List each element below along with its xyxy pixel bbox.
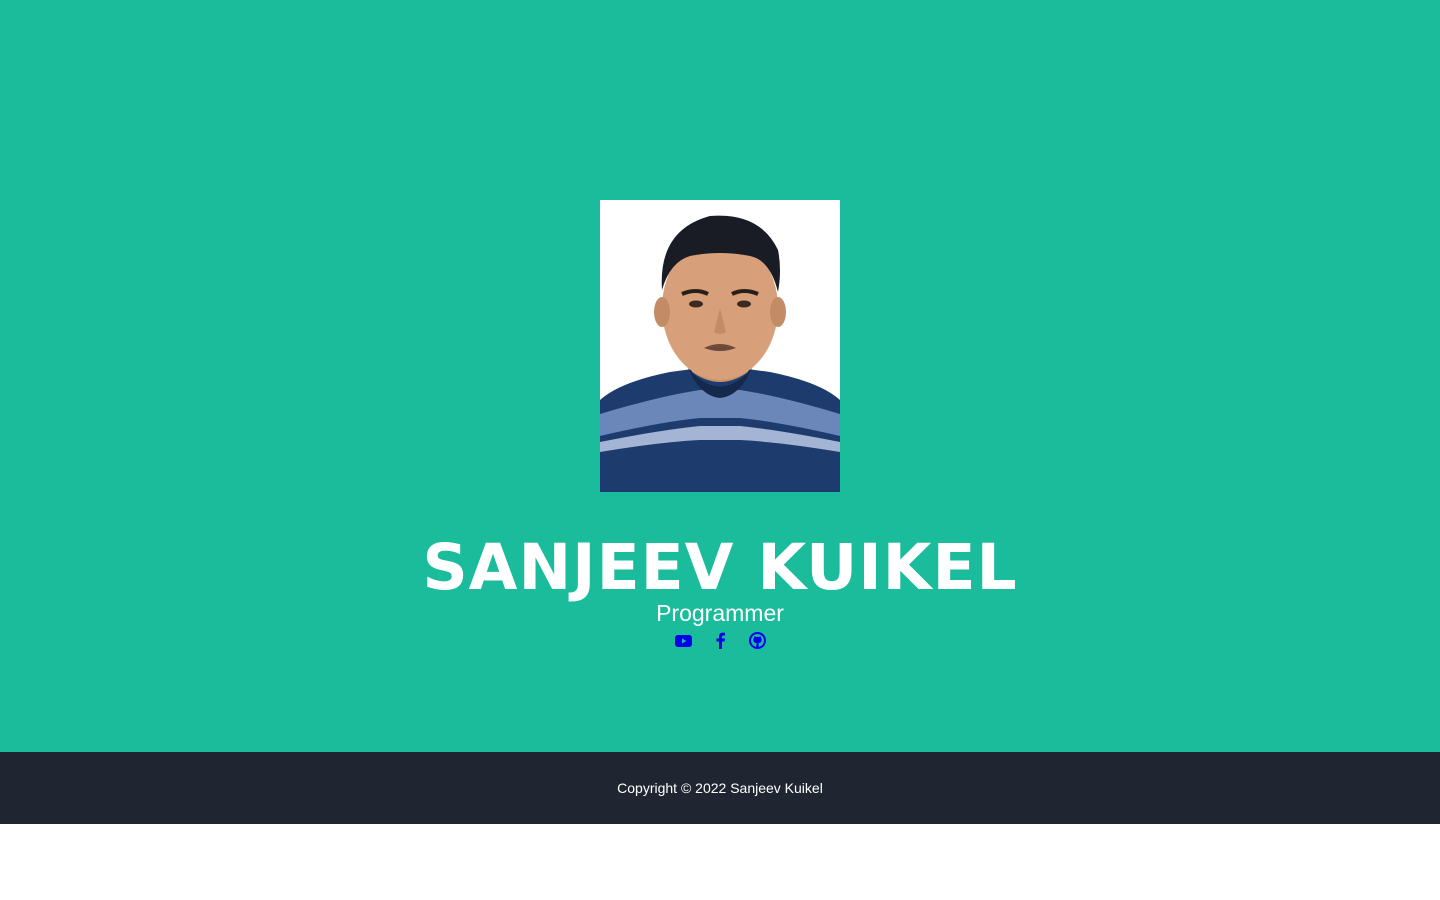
profile-photo <box>600 200 840 492</box>
github-link[interactable] <box>748 632 766 654</box>
youtube-icon <box>674 634 692 652</box>
copyright-text: Copyright © 2022 Sanjeev Kuikel <box>617 780 823 796</box>
facebook-icon <box>716 632 725 654</box>
youtube-link[interactable] <box>674 634 692 652</box>
github-icon <box>748 632 766 654</box>
profile-name: SANJEEV KUIKEL <box>422 531 1018 604</box>
social-links <box>0 632 1440 654</box>
profile-title: Programmer <box>656 600 784 626</box>
facebook-link[interactable] <box>712 632 729 654</box>
